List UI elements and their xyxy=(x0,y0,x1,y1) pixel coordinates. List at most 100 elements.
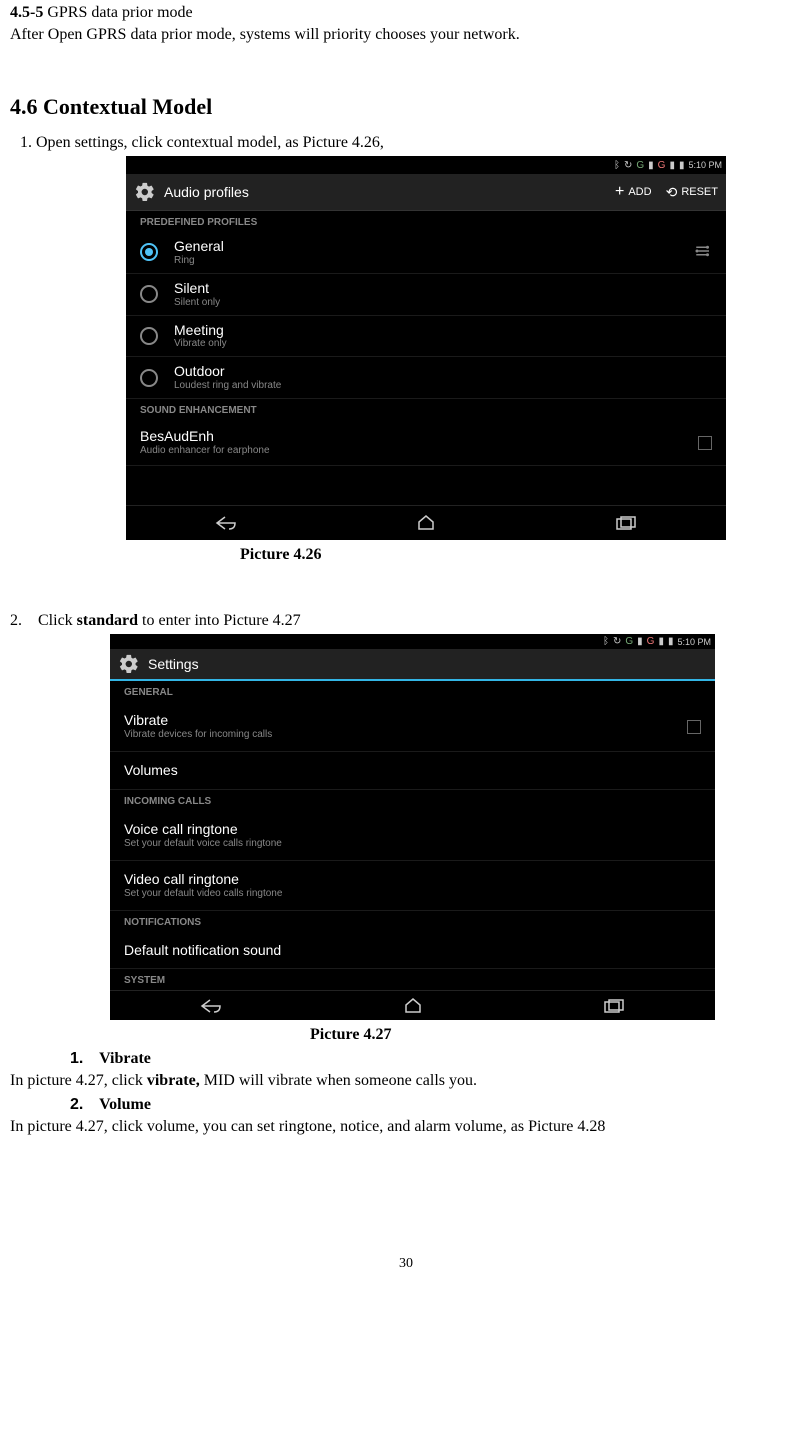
sub1-body-b: MID will vibrate when someone calls you. xyxy=(200,1072,477,1089)
profile-outdoor[interactable]: Outdoor Loudest ring and vibrate xyxy=(126,357,726,399)
vibrate-checkbox[interactable] xyxy=(687,720,701,734)
heading-suffix: GPRS data prior mode xyxy=(47,4,192,21)
predefined-profiles-label: PREDEFINED PROFILES xyxy=(126,211,726,232)
signal-bars2-icon: ▮ xyxy=(669,160,675,171)
add-label: ADD xyxy=(628,186,651,198)
sync-icon: ↻ xyxy=(613,636,621,647)
meeting-sub: Vibrate only xyxy=(174,338,712,350)
subitem-vibrate: 1. Vibrate xyxy=(70,1050,802,1068)
reset-icon: ⟲ xyxy=(666,184,678,201)
default-notification-row[interactable]: Default notification sound xyxy=(110,932,715,970)
besaudenh-checkbox[interactable] xyxy=(698,436,712,450)
reset-button[interactable]: ⟲ RESET xyxy=(666,184,718,201)
subitem-volume: 2. Volume xyxy=(70,1096,802,1114)
sub2-label: Volume xyxy=(99,1096,151,1113)
bluetooth-icon: ᛒ xyxy=(603,636,609,647)
video-ringtone-row[interactable]: Video call ringtone Set your default vid… xyxy=(110,861,715,911)
nav-recent[interactable] xyxy=(513,991,715,1020)
general-label: General xyxy=(174,238,694,255)
profile-general[interactable]: General Ring xyxy=(126,232,726,274)
plus-icon: + xyxy=(615,183,624,201)
screenshot-4-26: ᛒ ↻ G ▮ G ▮ ▮ 5:10 PM Audio profiles + A… xyxy=(126,156,726,540)
voice-sub: Set your default voice calls ringtone xyxy=(124,838,701,850)
besaudenh-sub: Audio enhancer for earphone xyxy=(140,445,698,457)
radio-outdoor[interactable] xyxy=(140,369,158,387)
screen-header: Audio profiles + ADD ⟲ RESET xyxy=(126,174,726,211)
reset-label: RESET xyxy=(681,186,718,198)
silent-sub: Silent only xyxy=(174,297,712,309)
gear-icon xyxy=(118,653,140,675)
screenshot-4-27: ᛒ ↻ G ▮ G ▮ ▮ 5:10 PM Settings GENERAL V… xyxy=(110,634,715,1020)
sub1-label: Vibrate xyxy=(99,1050,151,1067)
profile-meeting[interactable]: Meeting Vibrate only xyxy=(126,316,726,358)
nav-bar xyxy=(126,505,726,540)
screen-header-2: Settings xyxy=(110,649,715,681)
signal-bars-icon: ▮ xyxy=(637,636,643,647)
nav-recent[interactable] xyxy=(526,506,726,540)
radio-meeting[interactable] xyxy=(140,327,158,345)
signal-g2-icon: G xyxy=(658,160,666,171)
battery-icon: ▮ xyxy=(668,636,674,647)
signal-g2-icon: G xyxy=(647,636,655,647)
section-4-6-heading: 4.6 Contextual Model xyxy=(10,94,802,120)
nav-bar-2 xyxy=(110,990,715,1020)
signal-bars-icon: ▮ xyxy=(648,160,654,171)
vibrate-sub: Vibrate devices for incoming calls xyxy=(124,729,687,741)
nav-home[interactable] xyxy=(312,991,514,1020)
video-label: Video call ringtone xyxy=(124,871,701,888)
step-2-text: 2. Click standard to enter into Picture … xyxy=(10,612,802,630)
meeting-label: Meeting xyxy=(174,322,712,339)
sliders-icon[interactable] xyxy=(694,242,712,263)
add-button[interactable]: + ADD xyxy=(615,183,652,201)
step-1-text: 1. Open settings, click contextual model… xyxy=(20,134,802,152)
general-section-label: GENERAL xyxy=(110,681,715,702)
step-2-bold: standard xyxy=(77,612,138,629)
step-2-num: 2. xyxy=(10,612,22,629)
nav-back[interactable] xyxy=(126,506,326,540)
status-bar: ᛒ ↻ G ▮ G ▮ ▮ 5:10 PM xyxy=(126,156,726,174)
default-notif-label: Default notification sound xyxy=(124,942,701,959)
signal-bars2-icon: ▮ xyxy=(658,636,664,647)
status-time: 5:10 PM xyxy=(688,160,722,170)
sync-icon: ↻ xyxy=(624,160,632,171)
radio-general[interactable] xyxy=(140,243,158,261)
sound-enhancement-label: SOUND ENHANCEMENT xyxy=(126,399,726,420)
sub1-body-a: In picture 4.27, click xyxy=(10,1072,147,1089)
battery-icon: ▮ xyxy=(679,160,685,171)
voice-ringtone-row[interactable]: Voice call ringtone Set your default voi… xyxy=(110,811,715,861)
system-label: SYSTEM xyxy=(110,969,715,990)
header-title: Audio profiles xyxy=(164,184,615,200)
sub2-body: In picture 4.27, click volume, you can s… xyxy=(10,1118,802,1136)
outdoor-label: Outdoor xyxy=(174,363,712,380)
nav-back[interactable] xyxy=(110,991,312,1020)
section-4-5-5-body: After Open GPRS data prior mode, systems… xyxy=(10,26,802,44)
heading-prefix: 4.5-5 xyxy=(10,4,47,21)
sub2-num: 2. xyxy=(70,1096,83,1113)
incoming-calls-label: INCOMING CALLS xyxy=(110,790,715,811)
profile-silent[interactable]: Silent Silent only xyxy=(126,274,726,316)
step-2-text-b: to enter into Picture 4.27 xyxy=(138,612,301,629)
status-bar-2: ᛒ ↻ G ▮ G ▮ ▮ 5:10 PM xyxy=(110,634,715,649)
volumes-label: Volumes xyxy=(124,762,701,779)
sub1-body: In picture 4.27, click vibrate, MID will… xyxy=(10,1072,802,1090)
nav-home[interactable] xyxy=(326,506,526,540)
general-sub: Ring xyxy=(174,255,694,267)
outdoor-sub: Loudest ring and vibrate xyxy=(174,380,712,392)
step-2-text-a: Click xyxy=(38,612,77,629)
video-sub: Set your default video calls ringtone xyxy=(124,888,701,900)
status-time-2: 5:10 PM xyxy=(677,637,711,647)
signal-g-icon: G xyxy=(625,636,633,647)
section-4-5-5-heading: 4.5-5 GPRS data prior mode xyxy=(10,4,802,22)
silent-label: Silent xyxy=(174,280,712,297)
radio-silent[interactable] xyxy=(140,285,158,303)
caption-4-26: Picture 4.26 xyxy=(240,546,802,564)
header-title-2: Settings xyxy=(148,656,199,672)
voice-label: Voice call ringtone xyxy=(124,821,701,838)
bluetooth-icon: ᛒ xyxy=(614,160,620,171)
sub1-num: 1. xyxy=(70,1050,83,1067)
vibrate-row[interactable]: Vibrate Vibrate devices for incoming cal… xyxy=(110,702,715,752)
gear-icon xyxy=(134,181,156,203)
besaudenh-row[interactable]: BesAudEnh Audio enhancer for earphone xyxy=(126,420,726,466)
volumes-row[interactable]: Volumes xyxy=(110,752,715,790)
page-number: 30 xyxy=(10,1256,802,1272)
